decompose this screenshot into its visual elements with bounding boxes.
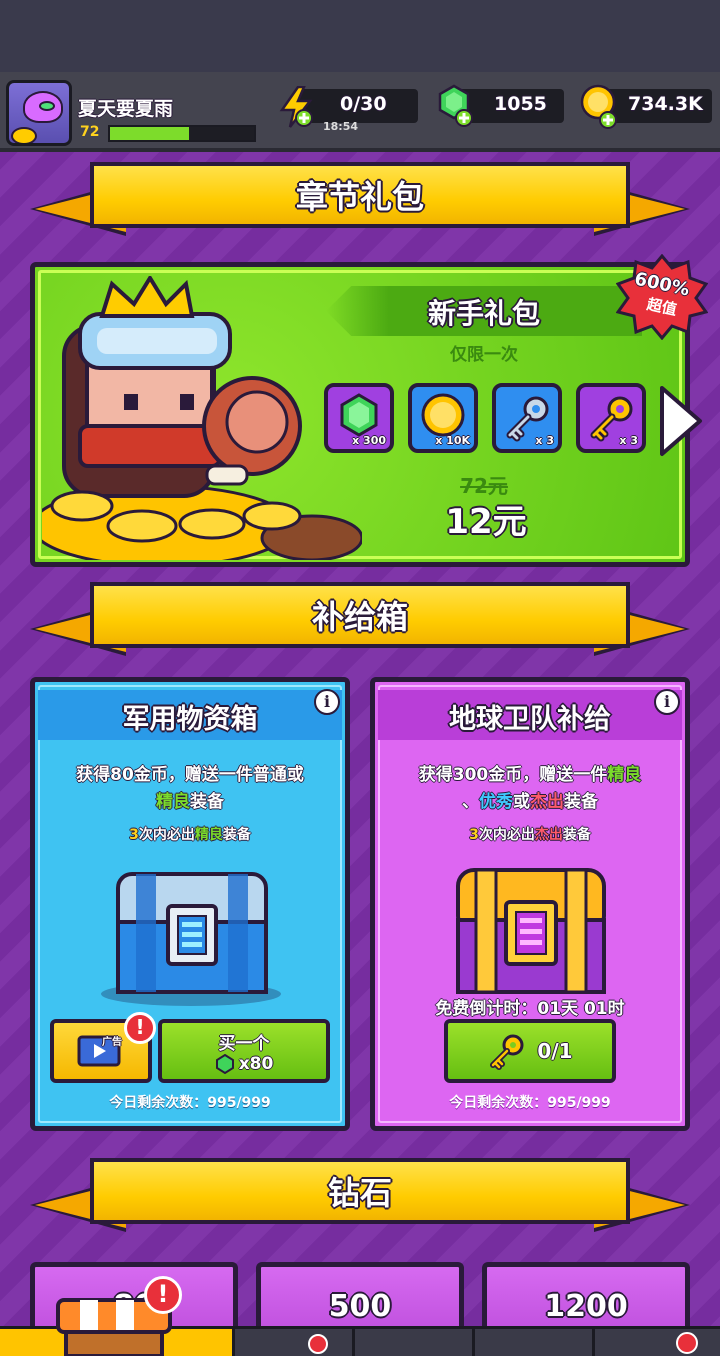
reward-gold-key-qty: x 3 xyxy=(619,434,638,447)
quality-fine-label: 精良 xyxy=(156,792,190,812)
nav-dot-icon xyxy=(308,1334,328,1354)
nav-tab-more[interactable] xyxy=(592,1329,720,1356)
gem-icon xyxy=(215,1053,234,1074)
chapter-pack-title: 章节礼包 xyxy=(90,162,630,228)
earth-box-title: 地球卫队补给 xyxy=(449,704,611,735)
next-arrow-icon[interactable] xyxy=(656,384,704,458)
desc-sep: 、 xyxy=(462,792,479,812)
military-box-guarantee: 3次内必出精良装备 xyxy=(40,824,340,844)
starter-pack-limit: 仅限一次 xyxy=(450,345,518,365)
chapter-pack-banner: 章节礼包 xyxy=(30,162,690,242)
desc-suffix: 装备 xyxy=(564,792,598,812)
gem-value: 1055 xyxy=(494,93,547,115)
diamonds-title: 钻石 xyxy=(90,1158,630,1224)
gold-key-icon xyxy=(490,1034,524,1070)
alert-icon: ! xyxy=(124,1012,156,1044)
coin-add-icon[interactable] xyxy=(580,84,622,130)
xp-bar-fill xyxy=(110,127,190,140)
military-box-remaining: 今日剩余次数：995/999 xyxy=(109,1095,271,1111)
key-count: 0/1 xyxy=(537,1039,573,1063)
energy-icon[interactable] xyxy=(278,85,314,128)
energy-value: 0/30 xyxy=(340,93,387,115)
price: 12元 xyxy=(445,502,527,542)
guarantee-count: 3 xyxy=(469,827,479,843)
player-name: 夏天要夏雨 xyxy=(78,98,174,120)
military-box-title: 军用物资箱 xyxy=(122,704,258,735)
supply-box-banner: 补给箱 xyxy=(30,582,690,662)
alert-icon: ! xyxy=(144,1276,182,1314)
info-icon[interactable]: i xyxy=(654,689,680,715)
quality-excellent-label: 优秀 xyxy=(479,792,513,812)
quality-fine-label: 精良 xyxy=(607,765,642,785)
starter-pack-title: 新手礼包 xyxy=(427,297,540,330)
level-badge: 72 xyxy=(80,124,100,140)
guarantee-suffix: 装备 xyxy=(562,827,591,843)
guarantee-quality: 精良 xyxy=(194,827,223,843)
earth-box-desc-line2: 、优秀或杰出装备 xyxy=(378,787,682,812)
reward-gold-key-item[interactable]: x 3 xyxy=(576,383,646,453)
military-box-desc-line1: 获得80金币，赠送一件普通或 xyxy=(76,765,304,785)
desc-suffix: 装备 xyxy=(190,792,224,812)
buy-one-label: 买一个 xyxy=(218,1033,270,1054)
earth-chest-icon xyxy=(446,858,616,998)
diamonds-banner: 钻石 xyxy=(30,1158,690,1238)
nav-tab-hero[interactable] xyxy=(352,1329,472,1356)
guarantee-count: 3 xyxy=(129,827,139,843)
open-with-key-button[interactable]: 0/1 xyxy=(444,1019,616,1083)
ad-label: 广告 xyxy=(102,1037,122,1048)
buy-one-button[interactable]: 买一个 x80 xyxy=(158,1019,330,1083)
info-icon[interactable]: i xyxy=(314,689,340,715)
guarantee-text: 次内必出 xyxy=(138,827,195,843)
coin-value: 734.3K xyxy=(628,93,703,115)
reward-coin-item[interactable]: x 10K xyxy=(408,383,478,453)
avatar[interactable] xyxy=(6,80,72,146)
earth-box-remaining: 今日剩余次数：995/999 xyxy=(449,1095,611,1111)
nav-tab-equipment[interactable] xyxy=(232,1329,352,1356)
nav-up-arrow-icon xyxy=(676,1332,698,1354)
military-chest-icon xyxy=(96,862,286,1007)
free-countdown: 免费倒计时：01天 01时 xyxy=(435,999,625,1019)
reward-coin-qty: x 10K xyxy=(435,434,470,447)
earth-box-desc-line1: 获得300金币，赠送一件精良 xyxy=(378,760,682,785)
guarantee-suffix: 装备 xyxy=(222,827,251,843)
reward-silver-key-item[interactable]: x 3 xyxy=(492,383,562,453)
reward-gem-qty: x 300 xyxy=(352,434,386,447)
gem-add-icon[interactable] xyxy=(436,84,476,128)
buy-one-price: x80 xyxy=(238,1053,274,1074)
hero-character-art xyxy=(30,274,364,568)
guarantee-quality: 杰出 xyxy=(534,827,563,843)
xp-bar xyxy=(108,125,256,142)
reward-silver-key-qty: x 3 xyxy=(535,434,554,447)
military-box-desc-line2: 精良装备 xyxy=(40,787,340,812)
desc-or: 或 xyxy=(513,792,530,812)
supply-box-title: 补给箱 xyxy=(90,582,630,648)
reward-gem-item[interactable]: x 300 xyxy=(324,383,394,453)
energy-timer: 18:54 xyxy=(323,120,359,133)
quality-outstanding-label: 杰出 xyxy=(530,792,564,812)
nav-tab-battle[interactable] xyxy=(472,1329,592,1356)
earth-box-guarantee: 3次内必出杰出装备 xyxy=(378,824,682,844)
status-bar xyxy=(0,0,720,72)
value-badge: 600% 超值 xyxy=(616,254,708,340)
guarantee-text: 次内必出 xyxy=(478,827,535,843)
desc-text: 获得300金币，赠送一件 xyxy=(418,765,608,785)
